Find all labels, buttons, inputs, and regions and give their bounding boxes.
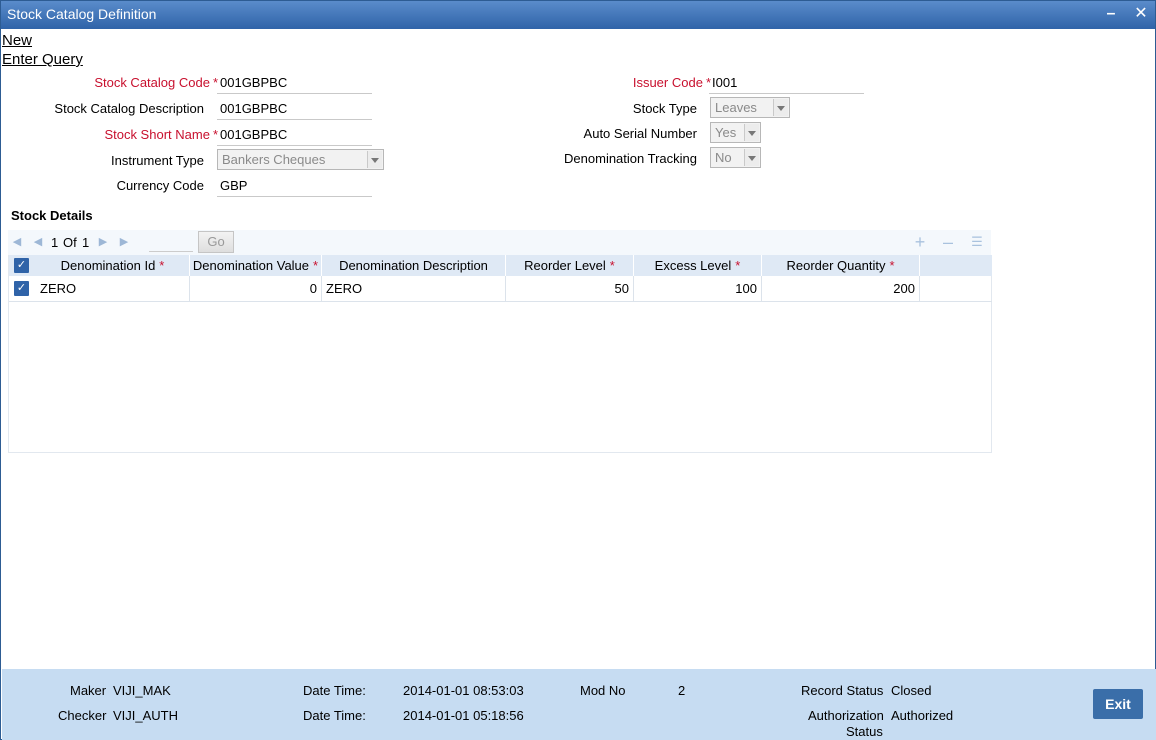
grid-header: ✓ Denomination Id * Denomination Value * D… — [9, 255, 992, 276]
title-bar: Stock Catalog Definition – ✕ — [1, 1, 1155, 29]
column-denomination-value: Denomination Value * — [190, 255, 322, 276]
cell-denomination-description[interactable]: ZERO — [322, 276, 506, 301]
instrument-type-value: Bankers Cheques — [222, 152, 326, 167]
close-icon[interactable]: ✕ — [1132, 5, 1150, 23]
authorization-status-label: Authorization — [808, 708, 884, 723]
mod-no-label: Mod No — [580, 683, 626, 698]
chevron-down-icon — [367, 151, 382, 168]
delete-row-icon[interactable]: – — [940, 233, 956, 251]
window-title: Stock Catalog Definition — [7, 6, 157, 22]
stock-short-name-label: Stock Short Name * — [104, 127, 218, 142]
maker-label: Maker — [70, 683, 107, 698]
pager-of: Of — [63, 235, 77, 250]
column-denomination-id: Denomination Id * — [36, 255, 190, 276]
issuer-code-label: Issuer Code * — [632, 75, 711, 90]
auto-serial-number-select[interactable]: Yes — [710, 122, 761, 143]
column-reorder-quantity: Reorder Quantity * — [762, 255, 920, 276]
denomination-tracking-label: Denomination Tracking — [564, 151, 697, 166]
stock-catalog-window: Stock Catalog Definition – ✕ New Enter Q… — [0, 0, 1156, 740]
authorization-status-value: Authorized — [891, 708, 954, 723]
chevron-down-icon — [744, 124, 759, 141]
stock-catalog-description-field[interactable]: 001GBPBC — [217, 98, 372, 120]
denomination-tracking-select[interactable]: No — [710, 147, 761, 168]
instrument-type-select[interactable]: Bankers Cheques — [217, 149, 384, 170]
stock-type-value: Leaves — [715, 100, 757, 115]
auto-serial-number-value: Yes — [715, 125, 737, 140]
stock-details-title: Stock Details — [11, 208, 93, 223]
column-excess-level: Excess Level * — [634, 255, 762, 276]
first-page-icon[interactable]: ◀​ — [11, 236, 23, 248]
column-reorder-level: Reorder Level * — [506, 255, 634, 276]
issuer-code-field[interactable]: I001 — [709, 72, 864, 94]
cell-denomination-value[interactable]: 0 — [190, 276, 322, 301]
pager-current: 1 — [51, 235, 59, 250]
table-row[interactable]: ✓ ZERO 0 ZERO 50 100 200 — [9, 276, 992, 302]
record-status-value: Closed — [891, 683, 932, 698]
chevron-down-icon — [744, 149, 759, 166]
cell-denomination-id[interactable]: ZERO — [36, 276, 190, 301]
page-number-input[interactable] — [149, 233, 193, 252]
stock-short-name-field[interactable]: 001GBPBC — [217, 124, 372, 146]
instrument-type-label: Instrument Type — [111, 153, 204, 168]
new-link[interactable]: New — [2, 32, 32, 49]
minimize-icon[interactable]: – — [1102, 5, 1120, 23]
cell-reorder-quantity[interactable]: 200 — [762, 276, 920, 301]
previous-page-icon[interactable]: ◀ — [32, 236, 44, 248]
auto-serial-number-label: Auto Serial Number — [583, 126, 697, 141]
maker-datetime-label: Date Time: — [303, 683, 366, 698]
row-checkbox[interactable]: ✓ — [14, 281, 29, 296]
checker-value: VIJI_AUTH — [113, 708, 179, 723]
go-button[interactable]: Go — [198, 231, 234, 253]
maker-datetime-value: 2014-01-01 08:53:03 — [403, 683, 524, 698]
pager-total: 1 — [82, 235, 90, 250]
exit-button[interactable]: Exit — [1093, 689, 1143, 719]
checker-datetime-label: Date Time: — [303, 708, 366, 723]
audit-footer: Maker VIJI_MAK Checker VIJI_AUTH Date Ti… — [2, 669, 1156, 740]
cell-excess-level[interactable]: 100 — [634, 276, 762, 301]
authorization-status-label-line2: Status — [846, 724, 883, 739]
last-page-icon[interactable]: ▶​ — [118, 236, 130, 248]
checker-datetime-value: 2014-01-01 05:18:56 — [403, 708, 524, 723]
maker-value: VIJI_MAK — [113, 683, 171, 698]
currency-code-field[interactable]: GBP — [217, 175, 372, 197]
cell-reorder-level[interactable]: 50 — [506, 276, 634, 301]
denomination-tracking-value: No — [715, 150, 732, 165]
currency-code-label: Currency Code — [116, 178, 204, 193]
grid-toolbar: ◀​ ◀ 1 Of 1 ▶ ▶​ Go + – ☰ — [8, 230, 991, 255]
enter-query-link[interactable]: Enter Query — [2, 51, 83, 68]
stock-catalog-code-label: Stock Catalog Code * — [94, 75, 218, 90]
add-row-icon[interactable]: + — [912, 233, 928, 251]
chevron-down-icon — [773, 99, 788, 116]
single-view-icon[interactable]: ☰ — [969, 234, 985, 250]
stock-catalog-code-field[interactable]: 001GBPBC — [217, 72, 372, 94]
mod-no-value: 2 — [678, 683, 686, 698]
record-status-label: Record Status — [801, 683, 884, 698]
stock-type-label: Stock Type — [632, 101, 697, 116]
checker-label: Checker — [58, 708, 107, 723]
column-denomination-description: Denomination Description — [322, 255, 506, 276]
stock-details-grid: ✓ Denomination Id * Denomination Value * D… — [8, 255, 992, 453]
next-page-icon[interactable]: ▶ — [97, 236, 109, 248]
select-all-checkbox[interactable]: ✓ — [14, 258, 29, 273]
stock-catalog-description-label: Stock Catalog Description — [54, 101, 204, 116]
stock-type-select[interactable]: Leaves — [710, 97, 790, 118]
